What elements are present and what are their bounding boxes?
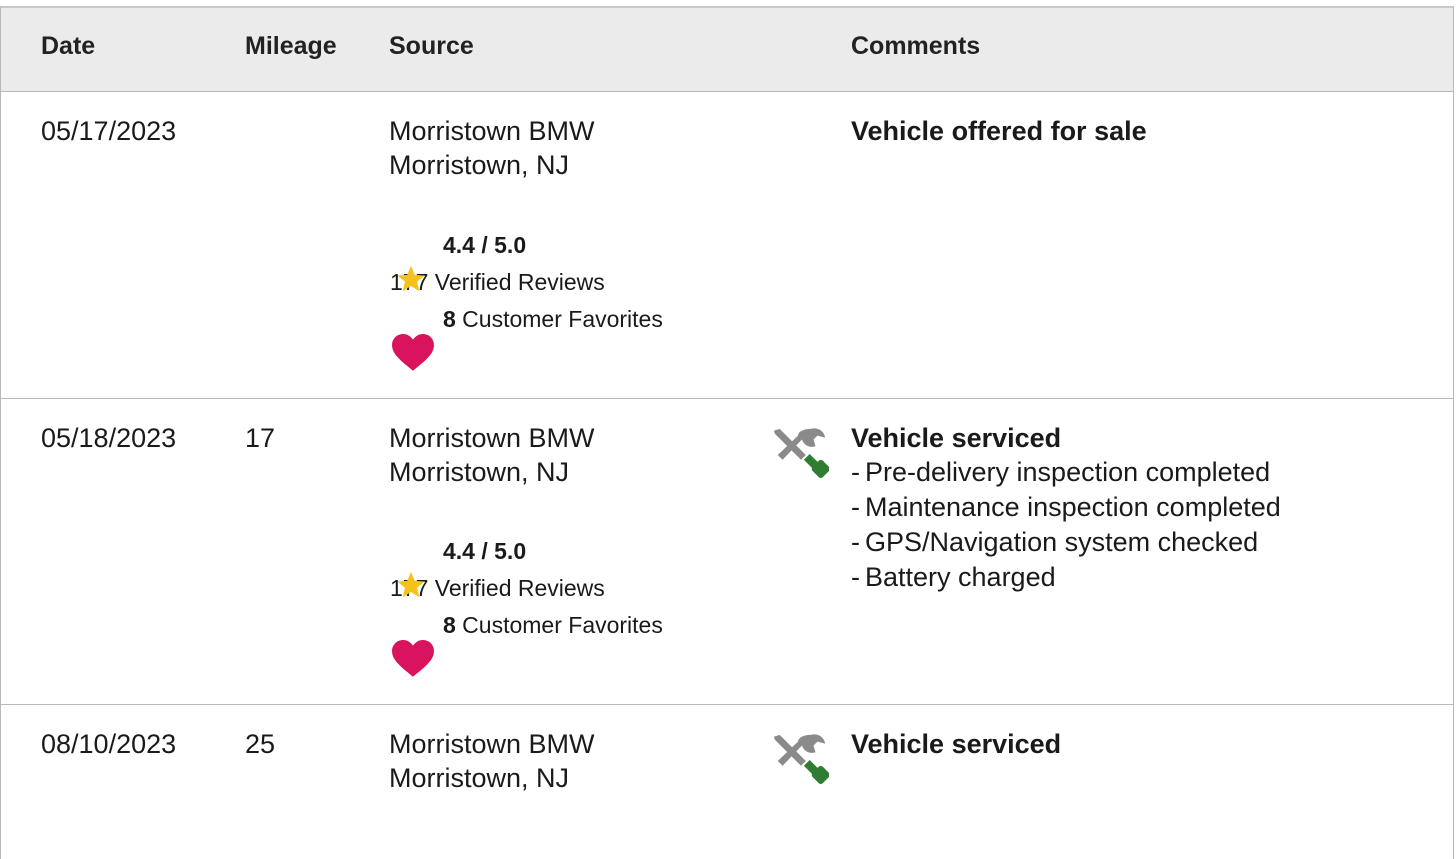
source-location: Morristown, NJ [389,457,570,487]
table-row: 08/10/2023 25 Morristown BMW Morristown,… [1,705,1453,859]
favorites-label: Customer Favorites [455,306,663,332]
header-comments: Comments [851,32,981,60]
rating-score: 4.4 / 5.0 [443,538,527,564]
heart-icon [392,334,434,371]
comment-title: Vehicle serviced [851,423,1062,453]
row-date: 08/10/2023 [41,729,177,759]
comment-title: Vehicle serviced [851,729,1062,759]
comment-item: - Maintenance inspection completed [851,492,1281,522]
comment-item: - Pre-delivery inspection completed [851,457,1271,487]
favorites-label: Customer Favorites [455,612,663,638]
row-source: Morristown BMW Morristown, NJ [389,421,595,489]
star-icon [397,571,425,598]
comment-title: Vehicle offered for sale [851,116,1147,146]
favorites-count: 8 [443,612,456,638]
rating-score: 4.4 / 5.0 [443,232,527,258]
reviews-label: Verified Reviews [428,269,605,295]
row-source: Morristown BMW Morristown, NJ [389,114,595,182]
star-icon [397,265,425,292]
row-comments: Vehicle serviced [851,727,1061,761]
customer-favorites[interactable]: 8 Customer Favorites [443,610,663,640]
tools-icon [773,428,829,479]
row-date: 05/18/2023 [41,423,177,453]
source-location: Morristown, NJ [389,150,570,180]
source-name-link[interactable]: Morristown BMW [389,421,595,455]
tools-icon [773,734,829,785]
row-mileage: 25 [245,729,276,759]
header-date: Date [41,32,96,60]
table-header: Date Mileage Source Comments [1,8,1453,92]
row-comments: Vehicle serviced - Pre-delivery inspectio… [851,421,1281,595]
row-date: 05/17/2023 [41,116,177,146]
favorites-count: 8 [443,306,456,332]
table-row: 05/18/2023 17 Morristown BMW Morristown,… [1,399,1453,705]
heart-icon [392,640,434,677]
row-source: Morristown BMW Morristown, NJ [389,727,595,795]
vehicle-history-table: Date Mileage Source Comments 05/17/2023 … [0,6,1454,859]
source-name-link[interactable]: Morristown BMW [389,114,595,148]
reviews-label: Verified Reviews [428,575,605,601]
header-source: Source [389,32,474,60]
source-location: Morristown, NJ [389,763,570,793]
table-row: 05/17/2023 Morristown BMW Morristown, NJ… [1,92,1453,399]
row-mileage: 17 [245,423,276,453]
header-mileage: Mileage [245,32,337,60]
customer-favorites[interactable]: 8 Customer Favorites [443,304,663,334]
source-name-link[interactable]: Morristown BMW [389,727,595,761]
comment-item: - GPS/Navigation system checked [851,527,1259,557]
row-comments: Vehicle offered for sale [851,114,1147,148]
comment-item: - Battery charged [851,562,1056,592]
